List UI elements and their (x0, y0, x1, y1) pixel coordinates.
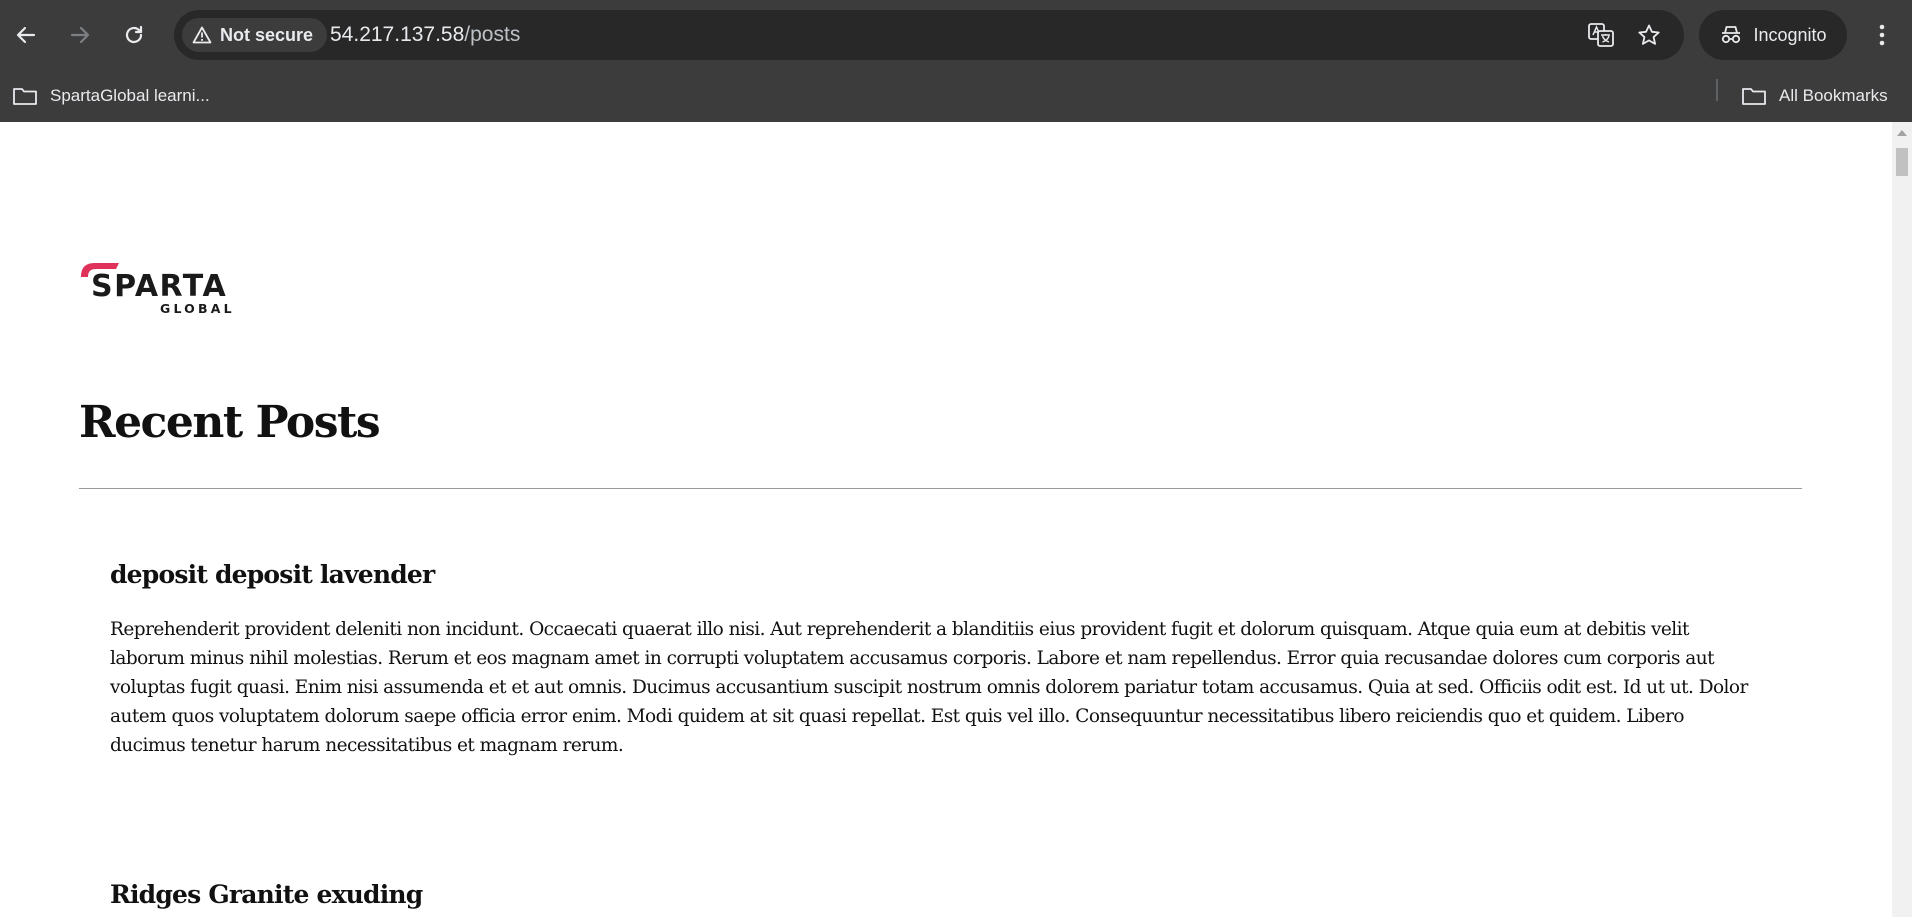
scroll-up-arrow[interactable] (1897, 130, 1907, 136)
post-title: deposit deposit lavender (110, 560, 435, 589)
url-text[interactable]: 54.217.137.58/posts (330, 23, 520, 47)
kebab-menu-icon (1879, 24, 1885, 46)
browser-menu-button[interactable] (1864, 17, 1900, 53)
folder-icon (1742, 88, 1766, 105)
forward-button[interactable] (62, 17, 98, 53)
title-divider (79, 488, 1802, 489)
security-chip[interactable]: Not secure (182, 18, 328, 52)
bookmarks-bar: SpartaGlobal learni... All Bookmarks (0, 70, 1912, 122)
logo-wordmark: SPARTA (91, 269, 227, 304)
all-bookmarks-label: All Bookmarks (1779, 86, 1888, 105)
folder-icon (13, 88, 37, 105)
post-body: Reprehenderit provident deleniti non inc… (110, 619, 1748, 756)
translate-button[interactable] (1587, 21, 1615, 49)
incognito-icon (1722, 26, 1741, 44)
post-card: Ridges Granite exuding (110, 880, 1758, 909)
logo-subtext: GLOBAL (160, 301, 235, 315)
reload-icon (125, 25, 143, 44)
all-bookmarks-button[interactable]: All Bookmarks (1741, 80, 1888, 112)
warning-icon (192, 26, 212, 44)
translate-icon (1588, 23, 1614, 47)
browser-toolbar: Not secure 54.217.137.58/posts Incognito (0, 0, 1912, 70)
reload-button[interactable] (116, 17, 152, 53)
security-label: Not secure (220, 24, 314, 45)
bookmark-folder-spartaglobal[interactable]: SpartaGlobal learni... (12, 80, 210, 112)
page-viewport: SPARTA GLOBAL Recent Posts deposit depos… (0, 122, 1892, 917)
url-host: 54.217.137.58 (330, 23, 465, 46)
back-icon (16, 26, 36, 44)
post-title: Ridges Granite exuding (110, 880, 423, 909)
sparta-global-logo: SPARTA GLOBAL (81, 263, 235, 315)
browser-chrome: Not secure 54.217.137.58/posts Incognito… (0, 0, 1912, 122)
incognito-profile-button[interactable]: Incognito (1699, 10, 1847, 60)
bookmark-label: SpartaGlobal learni... (50, 86, 210, 105)
address-bar[interactable]: Not secure 54.217.137.58/posts (174, 10, 1684, 60)
url-path: /posts (464, 23, 521, 46)
forward-icon (70, 26, 90, 44)
post-card: deposit deposit lavender Reprehenderit p… (110, 560, 1758, 760)
bookmarks-separator (1716, 79, 1718, 101)
star-icon (1638, 24, 1660, 45)
profile-label: Incognito (1753, 24, 1827, 45)
page-scrollbar[interactable] (1892, 122, 1912, 917)
bookmark-star-button[interactable] (1635, 21, 1663, 49)
back-button[interactable] (8, 17, 44, 53)
page-title: Recent Posts (79, 397, 381, 448)
scroll-thumb[interactable] (1896, 148, 1908, 176)
